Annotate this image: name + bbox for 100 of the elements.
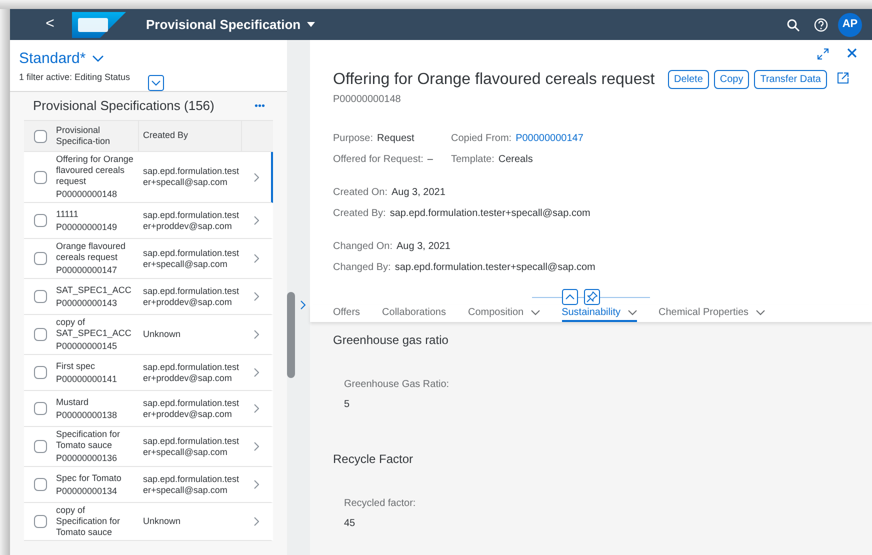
app-title[interactable]: Provisional Specification: [146, 14, 301, 34]
action-button[interactable]: Transfer Data: [754, 70, 827, 89]
field-value: Cereals: [498, 153, 533, 167]
chevron-right-icon[interactable]: [254, 517, 259, 526]
table-title: Provisional Specifications (156): [33, 97, 214, 116]
collapse-header-icon[interactable]: [148, 75, 164, 91]
created-by: sap.epd.formulation.tester+specall@sap.com: [142, 436, 240, 458]
chevron-right-icon[interactable]: [254, 368, 259, 377]
field-value: sap.epd.formulation.tester+specall@sap.com: [394, 261, 596, 275]
created-by: sap.epd.formulation.tester+proddev@sap.com: [142, 362, 240, 384]
field-value: Aug 3, 2021: [396, 240, 450, 254]
table-row[interactable]: SAT_SPEC1_ACC P00000000143 sap.epd.formulation.tester+proddev@sap.com: [24, 279, 273, 315]
select-all-checkbox[interactable]: [34, 130, 46, 142]
variant-selector[interactable]: Standard*: [19, 48, 86, 70]
spec-id: P00000000149: [56, 222, 118, 232]
row-checkbox[interactable]: [34, 252, 46, 265]
spec-name: First spec: [56, 360, 96, 372]
spec-name: Orange flavoured cereals request: [56, 241, 127, 263]
spec-id: P00000000148: [56, 189, 118, 200]
table-row[interactable]: Specification for Tomato sauce P00000000136 sap.epd.formulation.tester+specall@sap.com: [24, 427, 273, 467]
user-avatar[interactable]: AP: [838, 12, 862, 36]
scrollbar-thumb[interactable]: [287, 292, 295, 378]
table-row[interactable]: Orange flavoured cereals request P00000000147 sap.epd.formulation.tester+specall@sap.com: [24, 239, 273, 279]
spec-id: P00000000141: [56, 374, 118, 384]
field-link[interactable]: P00000000147: [516, 131, 584, 146]
row-checkbox[interactable]: [34, 440, 46, 453]
field-value: Aug 3, 2021: [391, 186, 446, 200]
action-button[interactable]: Delete: [668, 70, 709, 89]
table-row[interactable]: Mustard P00000000138 sap.epd.formulation.tester+proddev@sap.com: [24, 391, 273, 427]
chevron-right-icon[interactable]: [254, 442, 259, 451]
share-icon[interactable]: [837, 72, 849, 84]
help-icon[interactable]: [814, 18, 828, 32]
chevron-down-icon[interactable]: [92, 55, 104, 64]
table-row[interactable]: Offering for Orange flavoured cereals request P00000000148 sap.epd.formulation.tester+specall@sap.com: [24, 152, 273, 203]
field-value: –: [427, 153, 433, 167]
chevron-right-icon[interactable]: [254, 404, 259, 413]
row-checkbox[interactable]: [34, 366, 46, 379]
object-title: Offering for Orange flavoured cereals request: [333, 70, 656, 90]
section-tab[interactable]: Chemical Properties: [658, 305, 765, 322]
section-tab[interactable]: Composition: [468, 305, 540, 322]
action-button[interactable]: Copy: [714, 70, 750, 89]
field-label: Changed On:: [333, 240, 392, 254]
spec-name: Mustard: [56, 396, 90, 408]
field-label: Copied From:: [451, 132, 512, 146]
field-label: Recycled factor:: [344, 497, 417, 511]
row-checkbox[interactable]: [34, 290, 46, 303]
table-row[interactable]: copy of SAT_SPEC1_ACC P00000000145 Unknown: [24, 315, 273, 355]
search-icon[interactable]: [786, 18, 800, 32]
field-label: Created On:: [333, 186, 388, 200]
created-by: sap.epd.formulation.tester+specall@sap.com: [142, 166, 240, 188]
collapse-header-icon[interactable]: [562, 289, 578, 305]
spec-id: P00000000134: [56, 486, 118, 496]
pin-icon[interactable]: [584, 289, 600, 305]
field-value: 45: [344, 517, 356, 531]
chevron-right-icon[interactable]: [254, 216, 259, 225]
table-row[interactable]: 11111 P00000000149 sap.epd.formulation.tester+proddev@sap.com: [24, 203, 273, 239]
field-label: Template:: [451, 153, 494, 167]
row-checkbox[interactable]: [34, 328, 46, 341]
section-title: Greenhouse gas ratio: [333, 332, 450, 349]
caret-icon[interactable]: [306, 22, 315, 28]
spec-name: copy of SAT_SPEC1_ACC: [56, 317, 132, 339]
section-title: Recycle Factor: [333, 451, 414, 468]
row-checkbox[interactable]: [34, 402, 46, 415]
created-by: Unknown: [142, 516, 182, 527]
fullscreen-icon[interactable]: [817, 48, 829, 60]
chevron-right-icon[interactable]: [254, 172, 259, 182]
row-checkbox[interactable]: [34, 214, 46, 227]
field-value: 5: [344, 398, 351, 412]
field-label: Offered for Request:: [333, 153, 424, 167]
chevron-down-icon[interactable]: [530, 310, 540, 316]
close-icon[interactable]: [847, 48, 857, 58]
filter-info: 1 filter active: Editing Status: [19, 70, 130, 84]
table-row[interactable]: First spec P00000000141 sap.epd.formulation.tester+proddev@sap.com: [24, 355, 273, 391]
created-by: sap.epd.formulation.tester+proddev@sap.com: [142, 210, 240, 232]
spec-name: 11111: [56, 208, 80, 220]
chevron-right-icon[interactable]: [254, 480, 259, 489]
field-value: sap.epd.formulation.tester+specall@sap.com: [390, 207, 590, 221]
section-tab[interactable]: Offers: [333, 305, 360, 322]
section-tab[interactable]: Collaborations: [382, 305, 446, 322]
logo-icon: [72, 12, 126, 38]
created-by: sap.epd.formulation.tester+proddev@sap.com: [142, 398, 240, 420]
row-checkbox[interactable]: [34, 515, 46, 528]
row-checkbox[interactable]: [34, 170, 46, 184]
spec-id: P00000000138: [56, 410, 118, 420]
column-header: Created By: [142, 129, 190, 142]
table-row[interactable]: copy of Specification for Tomato sauce Unknown: [24, 503, 273, 541]
chevron-right-icon[interactable]: [254, 254, 259, 263]
created-by: sap.epd.formulation.tester+proddev@sap.com: [142, 286, 240, 308]
back-button[interactable]: <: [40, 13, 60, 36]
chevron-down-icon[interactable]: [628, 310, 636, 316]
chevron-right-icon[interactable]: [254, 292, 259, 301]
field-label: Purpose:: [333, 132, 374, 146]
chevron-down-icon[interactable]: [756, 310, 765, 316]
chevron-right-icon[interactable]: [300, 300, 306, 310]
more-button[interactable]: •••: [254, 98, 265, 114]
table-row[interactable]: Spec for Tomato P00000000134 sap.epd.formulation.tester+specall@sap.com: [24, 467, 273, 503]
row-checkbox[interactable]: [34, 478, 46, 491]
spec-id: P00000000143: [56, 298, 118, 308]
field-label: Changed By:: [333, 261, 391, 275]
chevron-right-icon[interactable]: [254, 330, 259, 339]
